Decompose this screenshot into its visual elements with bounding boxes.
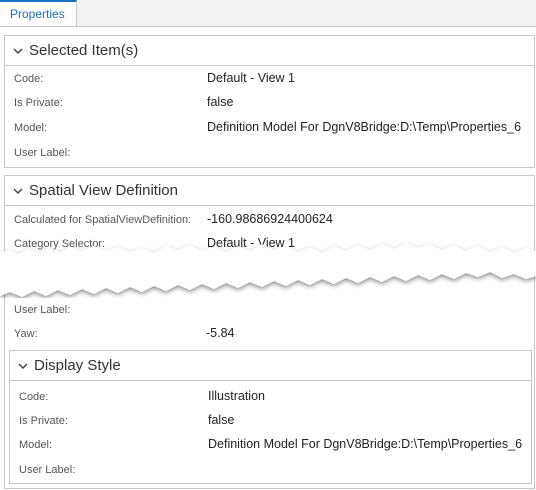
- property-label: Model:: [19, 439, 53, 451]
- property-row-user-label: User Label:: [5, 143, 534, 165]
- property-value[interactable]: -160.98686924400624: [207, 212, 534, 226]
- property-label: User Label:: [14, 147, 71, 159]
- property-value[interactable]: false: [207, 95, 534, 109]
- torn-edge-divider: [0, 243, 536, 297]
- tab-label: Properties: [10, 7, 65, 21]
- property-label: Model:: [14, 122, 48, 134]
- property-label: Code:: [19, 391, 49, 403]
- property-value[interactable]: false: [208, 413, 531, 427]
- property-row-user-label: User Label:: [10, 460, 531, 482]
- property-value[interactable]: Illustration: [208, 389, 531, 403]
- property-label: Calculated for SpatialViewDefinition:: [14, 214, 192, 226]
- chevron-down-icon[interactable]: [12, 45, 24, 57]
- property-label: Is Private:: [19, 415, 68, 427]
- spatial-view-definition-header[interactable]: Spatial View Definition: [5, 176, 534, 206]
- property-label: User Label:: [19, 464, 76, 476]
- property-row-code: Code: Default - View 1: [5, 69, 534, 91]
- property-label: Yaw:: [14, 328, 38, 340]
- tab-properties[interactable]: Properties: [0, 0, 77, 26]
- display-style-panel: Display Style Code: Illustration Is Priv…: [9, 350, 532, 484]
- panel-title: Selected Item(s): [29, 42, 139, 59]
- property-row-model: Model: Definition Model For DgnV8Bridge:…: [5, 118, 534, 140]
- selected-items-panel: Selected Item(s) Code: Default - View 1 …: [4, 35, 535, 168]
- property-value[interactable]: Definition Model For DgnV8Bridge:D:\Temp…: [207, 120, 534, 134]
- property-value[interactable]: Default - View 1: [207, 71, 534, 85]
- property-row-is-private: Is Private: false: [5, 93, 534, 115]
- selected-items-header[interactable]: Selected Item(s): [5, 36, 534, 66]
- chevron-down-icon[interactable]: [17, 360, 29, 372]
- property-value[interactable]: Definition Model For DgnV8Bridge:D:\Temp…: [208, 437, 531, 451]
- panel-title: Spatial View Definition: [29, 182, 178, 199]
- property-row-code: Code: Illustration: [10, 387, 531, 409]
- property-label: Code:: [14, 73, 44, 85]
- property-value[interactable]: -5.84: [206, 326, 235, 340]
- chevron-down-icon[interactable]: [12, 185, 24, 197]
- property-row-model: Model: Definition Model For DgnV8Bridge:…: [10, 435, 531, 457]
- display-style-header[interactable]: Display Style: [10, 351, 531, 381]
- property-label: Is Private:: [14, 97, 63, 109]
- property-row-calculated: Calculated for SpatialViewDefinition: -1…: [5, 210, 534, 232]
- tab-bar: Properties: [0, 0, 536, 27]
- property-row-is-private: Is Private: false: [10, 411, 531, 433]
- property-label: User Label:: [14, 304, 71, 316]
- panel-title: Display Style: [34, 357, 121, 374]
